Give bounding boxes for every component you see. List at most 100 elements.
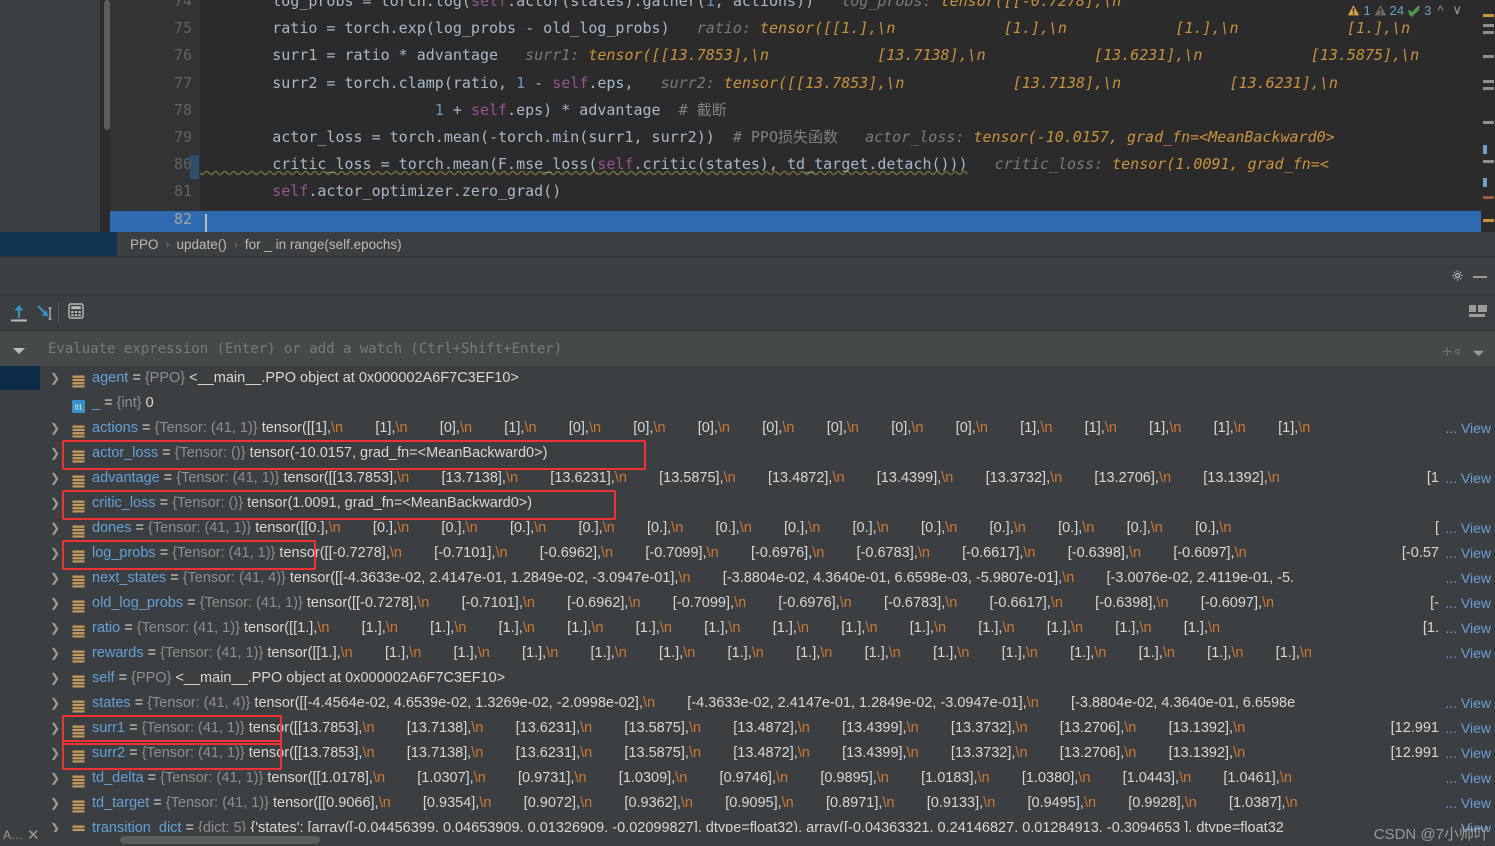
- code-line[interactable]: self.actor_optimizer.zero_grad(): [200, 178, 1495, 205]
- expand-chevron-icon[interactable]: ❯: [48, 491, 62, 516]
- variable-row[interactable]: ❯ surr2 = {Tensor: (41, 1)} tensor([[13.7…: [0, 741, 1495, 766]
- view-link[interactable]: ... View: [1445, 541, 1491, 566]
- variable-row[interactable]: ❯ ratio = {Tensor: (41, 1)} tensor([[1.],…: [0, 616, 1495, 641]
- variable-row[interactable]: 01 _ = {int} 0: [0, 391, 1495, 416]
- code-line[interactable]: 1 + self.eps) * advantage # 截断: [200, 97, 1495, 124]
- variable-row[interactable]: ❯ transition_dict = {dict: 5} {'states': …: [0, 816, 1495, 832]
- newline-token: \n: [471, 720, 484, 736]
- editor-scroll-markers[interactable]: [1481, 0, 1495, 232]
- code-editor[interactable]: log_probs = torch.log(self.actor(states)…: [0, 0, 1495, 232]
- expand-chevron-icon[interactable]: ❯: [48, 441, 62, 466]
- weak-warning-indicator[interactable]: 24: [1374, 3, 1404, 18]
- code-lines[interactable]: log_probs = torch.log(self.actor(states)…: [200, 0, 1495, 232]
- view-link[interactable]: ... View: [1445, 616, 1491, 641]
- expand-chevron-icon[interactable]: ❯: [48, 541, 62, 566]
- expand-chevron-icon[interactable]: ❯: [48, 766, 62, 791]
- newline-token: \n: [522, 620, 535, 636]
- variable-row[interactable]: ❯ old_log_probs = {Tensor: (41, 1)} tenso…: [0, 591, 1495, 616]
- view-link[interactable]: ... View: [1445, 641, 1491, 666]
- expand-chevron-icon[interactable]: ❯: [48, 791, 62, 816]
- value-chunk: [13.6231],: [483, 720, 581, 736]
- view-link[interactable]: ... View: [1445, 466, 1491, 491]
- variable-row[interactable]: ❯ agent = {PPO} <__main__.PPO object at 0…: [0, 366, 1495, 391]
- bottom-left-status[interactable]: A… ✕: [0, 824, 40, 846]
- layout-settings-icon[interactable]: [1469, 305, 1487, 325]
- variable-row[interactable]: ❯ surr1 = {Tensor: (41, 1)} tensor([[13.7…: [0, 716, 1495, 741]
- close-icon[interactable]: ✕: [27, 826, 40, 844]
- newline-token: \n: [534, 520, 547, 536]
- view-link[interactable]: ... View: [1445, 716, 1491, 741]
- variables-tree[interactable]: ❯ agent = {PPO} <__main__.PPO object at 0…: [0, 366, 1495, 832]
- force-step-into-icon[interactable]: [32, 301, 56, 325]
- expand-chevron-icon[interactable]: ❯: [48, 466, 62, 491]
- expand-chevron-icon[interactable]: ❯: [48, 666, 62, 691]
- watch-dropdown-icon[interactable]: [1472, 345, 1485, 363]
- variable-row[interactable]: ❯ dones = {Tensor: (41, 1)} tensor([[0.],…: [0, 516, 1495, 541]
- expand-chevron-icon[interactable]: ❯: [48, 716, 62, 741]
- expand-chevron-icon[interactable]: ❯: [48, 566, 62, 591]
- step-out-icon[interactable]: [8, 301, 32, 325]
- breadcrumb-item[interactable]: PPO: [130, 237, 159, 252]
- value-chunk: [13.4872],: [735, 470, 833, 486]
- variable-row[interactable]: ❯ advantage = {Tensor: (41, 1)} tensor([[…: [0, 466, 1495, 491]
- horizontal-scrollbar[interactable]: [120, 836, 320, 844]
- expand-chevron-icon[interactable]: ❯: [48, 591, 62, 616]
- variable-row[interactable]: ❯ rewards = {Tensor: (41, 1)} tensor([[1.…: [0, 641, 1495, 666]
- breadcrumb[interactable]: PPO › update() › for _ in range(self.epochs): [130, 232, 402, 256]
- expand-chevron-icon[interactable]: ❯: [48, 416, 62, 441]
- watermark: CSDN @7小帅吖: [1373, 826, 1489, 843]
- add-watch-icon[interactable]: +∘: [1442, 342, 1463, 362]
- array-icon: [72, 472, 85, 488]
- code-line[interactable]: critic_loss = torch.mean(F.mse_loss(self…: [200, 151, 1495, 178]
- view-link[interactable]: ... View: [1445, 416, 1491, 441]
- variable-row[interactable]: ❯ td_delta = {Tensor: (41, 1)} tensor([[1…: [0, 766, 1495, 791]
- gear-icon[interactable]: [1450, 268, 1465, 288]
- view-link[interactable]: ... View: [1445, 566, 1491, 591]
- breadcrumb-item[interactable]: update(): [177, 237, 227, 252]
- variable-type: {PPO}: [131, 670, 172, 686]
- inspection-widget[interactable]: 1 24 3 ^ ∨: [1347, 0, 1465, 20]
- evaluate-expression-icon[interactable]: [66, 301, 90, 325]
- variable-row[interactable]: ❯ states = {Tensor: (41, 4)} tensor([[-4.…: [0, 691, 1495, 716]
- expand-chevron-icon[interactable]: ❯: [48, 616, 62, 641]
- error-indicator[interactable]: 1: [1347, 3, 1371, 18]
- variable-name: actions: [92, 420, 138, 436]
- view-link[interactable]: ... View: [1445, 516, 1491, 541]
- code-line[interactable]: surr2 = torch.clamp(ratio, 1 - self.eps,…: [200, 70, 1495, 97]
- expand-chevron-icon[interactable]: ❯: [48, 516, 62, 541]
- variable-equals: =: [125, 745, 142, 761]
- next-problem-icon[interactable]: ∨: [1449, 2, 1465, 18]
- variable-row[interactable]: ❯ critic_loss = {Tensor: ()} tensor(1.009…: [0, 491, 1495, 516]
- value-chunk: [0],: [794, 420, 847, 436]
- code-line[interactable]: ratio = torch.exp(log_probs - old_log_pr…: [200, 15, 1495, 42]
- expand-chevron-icon[interactable]: ❯: [48, 641, 62, 666]
- code-line[interactable]: surr1 = ratio * advantage surr1: tensor(…: [200, 42, 1495, 69]
- view-link[interactable]: ... View: [1445, 741, 1491, 766]
- expand-chevron-icon[interactable]: ❯: [48, 366, 62, 391]
- variable-row[interactable]: ❯ next_states = {Tensor: (41, 4)} tensor(…: [0, 566, 1495, 591]
- expand-chevron-icon[interactable]: ❯: [48, 816, 62, 832]
- previous-problem-icon[interactable]: ^: [1434, 3, 1446, 18]
- view-link[interactable]: ... View: [1445, 791, 1491, 816]
- view-link[interactable]: ... View: [1445, 691, 1491, 716]
- variable-row[interactable]: ❯ log_probs = {Tensor: (41, 1)} tensor([[…: [0, 541, 1495, 566]
- variable-row[interactable]: ❯ td_target = {Tensor: (41, 1)} tensor([[…: [0, 791, 1495, 816]
- variable-row[interactable]: ❯ self = {PPO} <__main__.PPO object at 0x…: [0, 666, 1495, 691]
- view-link[interactable]: ... View: [1445, 766, 1491, 791]
- variable-row[interactable]: ❯ actor_loss = {Tensor: ()} tensor(-10.01…: [0, 441, 1495, 466]
- newline-token: \n: [1184, 795, 1197, 811]
- debugger-toolbar[interactable]: [0, 294, 1495, 331]
- breadcrumb-item[interactable]: for _ in range(self.epochs): [245, 237, 402, 252]
- chevron-down-icon[interactable]: [12, 343, 26, 361]
- ok-indicator[interactable]: 3: [1407, 3, 1431, 18]
- code-line[interactable]: log_probs = torch.log(self.actor(states)…: [200, 0, 1495, 15]
- evaluate-expression-row[interactable]: Evaluate expression (Enter) or add a wat…: [0, 330, 1495, 368]
- expand-chevron-icon[interactable]: ❯: [48, 741, 62, 766]
- evaluate-expression-input[interactable]: Evaluate expression (Enter) or add a wat…: [40, 331, 1435, 367]
- value-chunk: [1.],: [969, 645, 1026, 661]
- code-line[interactable]: actor_loss = torch.mean(-torch.min(surr1…: [200, 124, 1495, 151]
- view-link[interactable]: ... View: [1445, 591, 1491, 616]
- expand-chevron-icon[interactable]: ❯: [48, 691, 62, 716]
- variable-row[interactable]: ❯ actions = {Tensor: (41, 1)} tensor([[1]…: [0, 416, 1495, 441]
- hide-panel-icon[interactable]: [1473, 276, 1487, 278]
